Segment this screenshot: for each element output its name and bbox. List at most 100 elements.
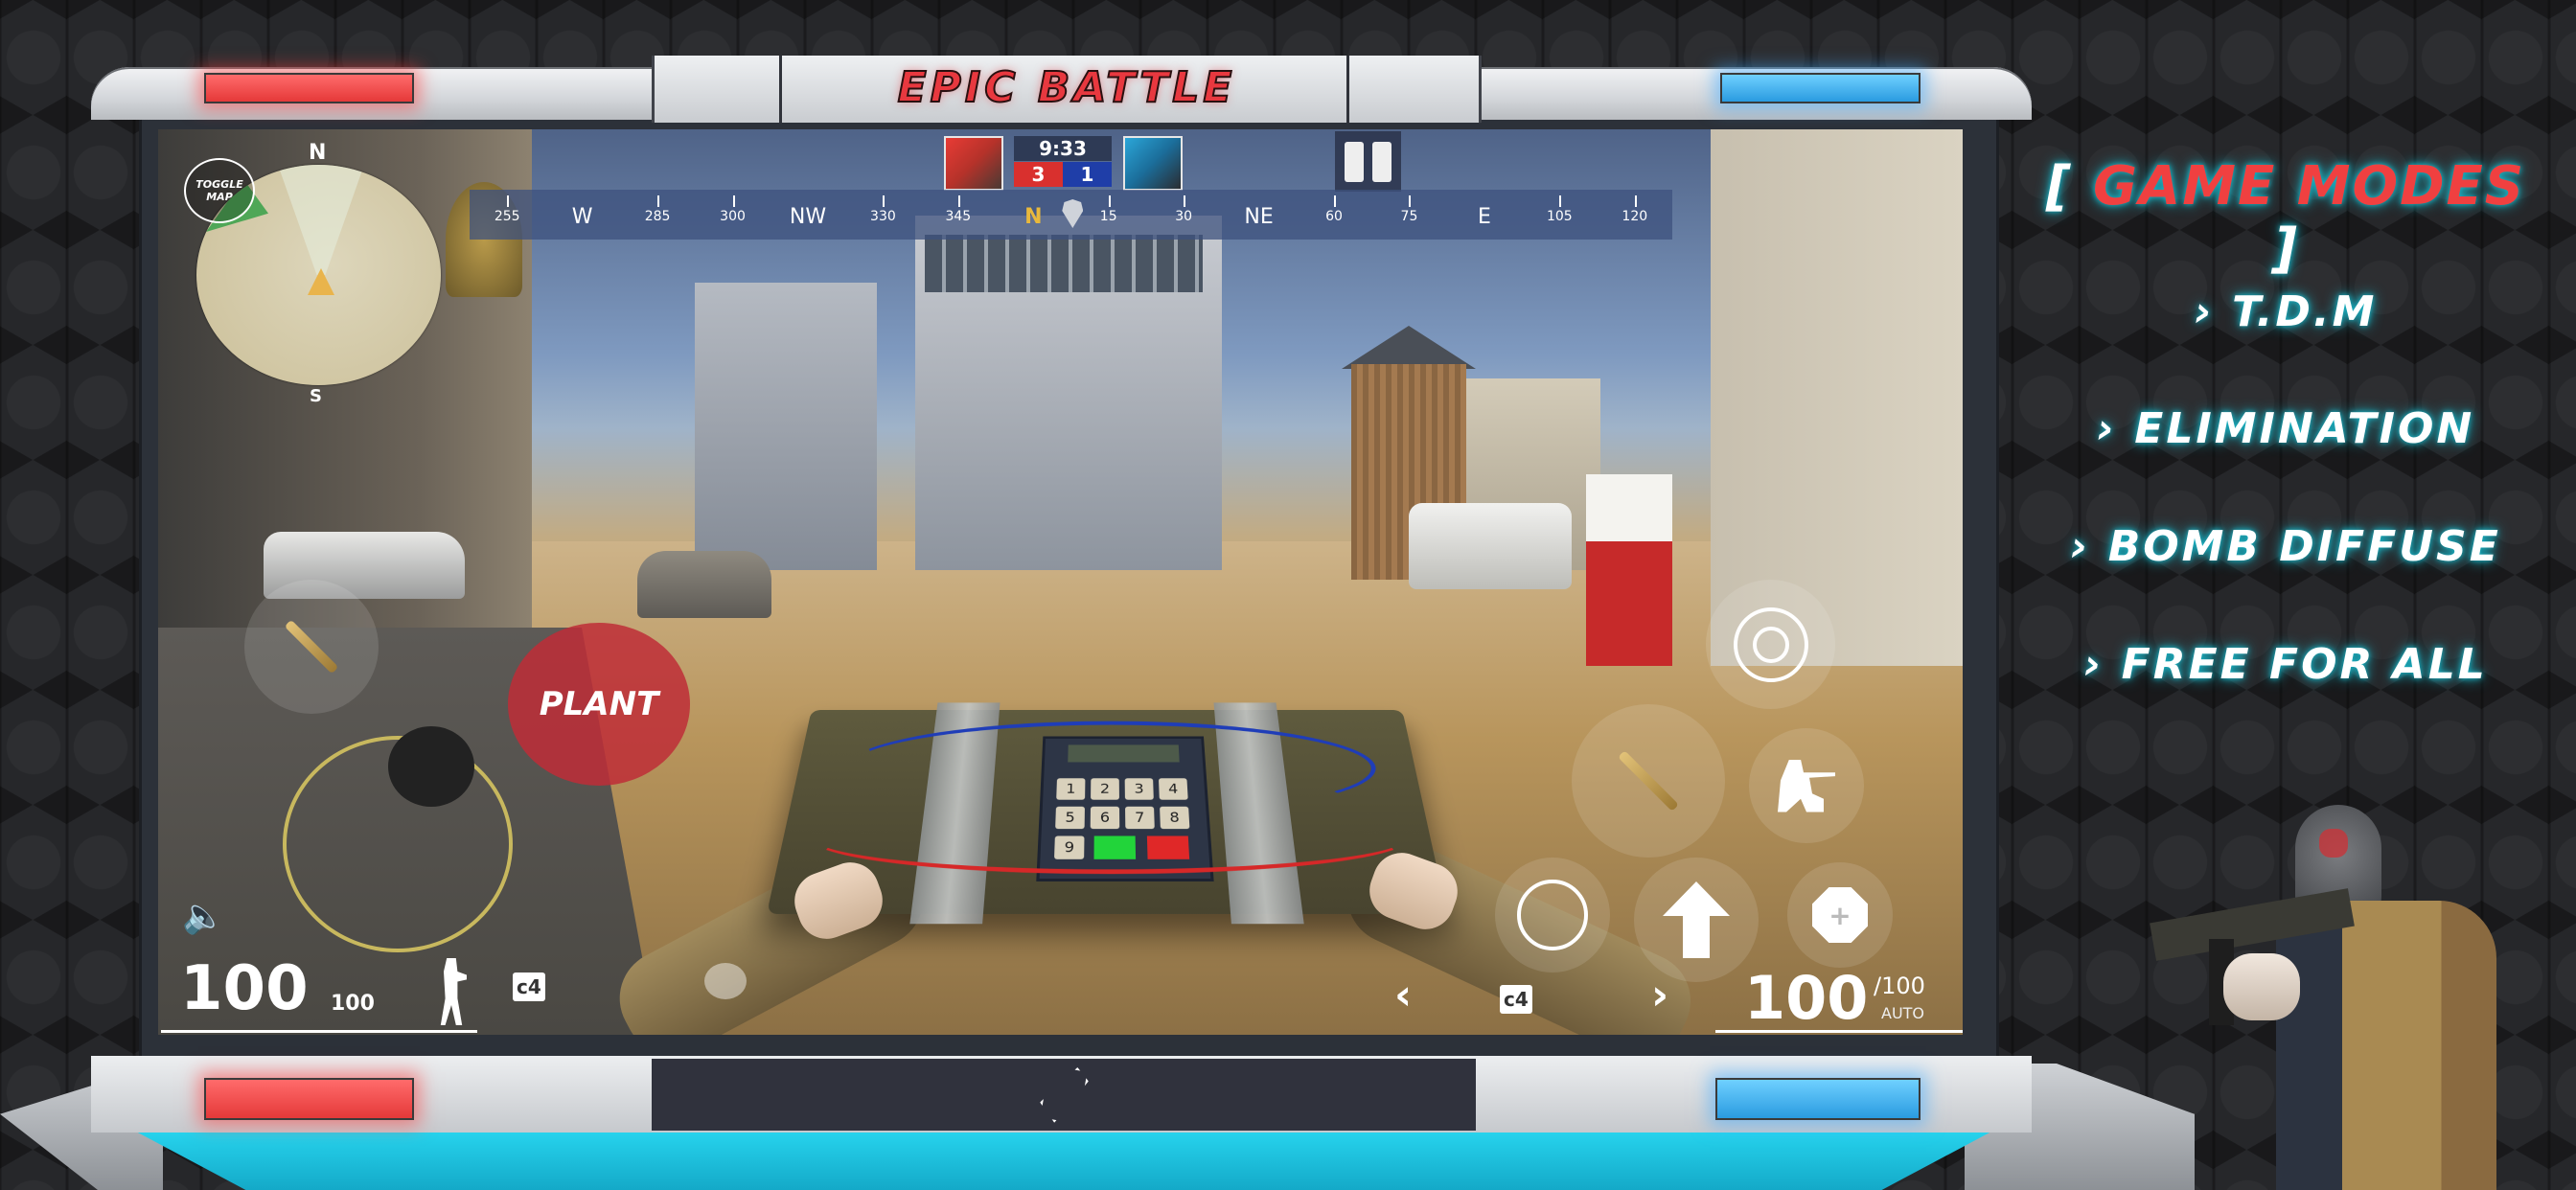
compass-tick (957, 195, 960, 207)
compass-tick (507, 195, 510, 207)
blue-team-score: 1 (1063, 162, 1112, 187)
mode-label: ELIMINATION (2134, 404, 2475, 453)
red-team-avatar (944, 136, 1003, 191)
game-modes-heading: GAME MODES (2092, 155, 2526, 217)
compass-label: 300 (720, 209, 746, 224)
compass-tick (732, 195, 735, 207)
compass-label: 255 (494, 209, 520, 224)
crosshair-icon (1733, 606, 1808, 682)
pause-icon (1372, 141, 1392, 182)
health-value: 100 (180, 953, 309, 1024)
game-viewport[interactable]: 1 2 3 4 5 6 7 8 9 N S TOGGLE MAP 9:33 3 … (158, 129, 1963, 1035)
compass-label: E (1477, 205, 1491, 229)
chevron-right-icon: › (2083, 640, 2122, 689)
game-mode-item[interactable]: › FREE FOR ALL (2041, 640, 2530, 689)
chat-icon[interactable] (704, 963, 747, 999)
prev-weapon-button[interactable]: ‹ (1394, 971, 1412, 1019)
scoreboard: 9:33 3 1 (1014, 136, 1112, 187)
compass-tick (1559, 195, 1562, 207)
compass-label: 285 (644, 209, 671, 224)
chevron-right-icon: › (2096, 404, 2135, 453)
toggle-map-button[interactable]: TOGGLE MAP (184, 158, 255, 223)
fire-button-right[interactable] (1572, 704, 1725, 858)
toggle-map-label: MAP (206, 191, 233, 203)
compass-label: NW (789, 205, 827, 229)
compass-label: NE (1244, 205, 1274, 229)
c4-icon[interactable]: c4 (513, 973, 545, 1001)
health-bar (161, 1030, 477, 1033)
compass-label: W (571, 205, 593, 229)
game-mode-item[interactable]: › ELIMINATION (2041, 404, 2530, 453)
blue-team-avatar (1123, 136, 1183, 191)
weapon-c4-icon[interactable]: c4 (1500, 985, 1532, 1014)
building-left (695, 283, 877, 570)
arrow-up-icon (1663, 881, 1730, 958)
compass-label: 30 (1175, 209, 1193, 224)
title-plate: EPIC BATTLE (652, 56, 1482, 123)
aim-button[interactable] (1706, 580, 1835, 709)
next-weapon-button[interactable]: › (1651, 971, 1668, 1019)
crouch-button[interactable] (1749, 728, 1864, 843)
compass-heading: N (1024, 205, 1043, 229)
joystick-knob[interactable] (388, 726, 474, 807)
fire-button-left[interactable] (244, 580, 379, 714)
view-cone (278, 165, 364, 275)
bullet-icon (1618, 750, 1679, 812)
compass-label: 120 (1622, 209, 1648, 224)
sandbags (637, 551, 771, 618)
car-right (1409, 503, 1572, 589)
reload-button[interactable] (1495, 858, 1610, 973)
bracket-close: ] (2272, 217, 2299, 280)
red-team-light-bottom (204, 1078, 414, 1120)
blue-wire (836, 721, 1386, 816)
medkit-icon: + (1812, 887, 1868, 943)
ammo-bar (1715, 1030, 1963, 1033)
plant-button[interactable]: PLANT (508, 623, 690, 786)
compass-tick (883, 195, 886, 207)
red-team-light-top (204, 73, 414, 103)
chevron-right-icon: › (2070, 522, 2108, 571)
speaker-icon[interactable]: 🔈 (182, 896, 225, 936)
logo-plate (652, 1059, 1476, 1131)
mask-paint (2319, 829, 2348, 858)
minimap-north-label: N (309, 141, 327, 165)
game-modes-title: [ GAME MODES ] (2041, 155, 2530, 280)
minimap-south-label: S (310, 386, 322, 406)
bracket-open: [ (2045, 155, 2073, 217)
compass-tick (1184, 195, 1186, 207)
compass-label: 75 (1400, 209, 1418, 224)
red-wire (805, 805, 1414, 875)
frame-cyan-glow-base (134, 1131, 1993, 1190)
pause-button[interactable] (1335, 131, 1401, 192)
reload-icon (1517, 880, 1588, 950)
silo-roof (1342, 326, 1476, 369)
ammo-max: /100 (1874, 973, 1925, 999)
logo-icon (1037, 1062, 1091, 1127)
compass-tick (1634, 195, 1637, 207)
blue-team-light-bottom (1715, 1078, 1920, 1120)
bullet-icon (284, 619, 339, 675)
armor-value: 100 (331, 992, 375, 1016)
player-marker-icon (308, 268, 334, 295)
building-windows (925, 235, 1203, 292)
soldier-character (2132, 786, 2496, 1190)
compass-label: 60 (1325, 209, 1343, 224)
compass-label: 345 (945, 209, 972, 224)
medkit-button[interactable]: + (1787, 862, 1893, 968)
blue-team-light-top (1720, 73, 1920, 103)
character-hand (2223, 953, 2300, 1020)
location-pin-icon (1062, 199, 1084, 228)
chevron-right-icon: › (2194, 287, 2233, 336)
fire-mode: AUTO (1881, 1004, 1925, 1022)
jump-button[interactable] (1634, 858, 1759, 982)
fuel-pump (1586, 474, 1672, 666)
compass-strip: 255 W 285 300 NW 330 345 N 15 30 NE 60 75 E 105 120 (470, 190, 1672, 240)
game-mode-item[interactable]: › T.D.M (2041, 287, 2530, 336)
toggle-map-label: TOGGLE (196, 178, 243, 191)
mode-label: T.D.M (2232, 287, 2378, 336)
pause-icon (1345, 141, 1364, 182)
character-body (2276, 901, 2496, 1190)
compass-tick (1409, 195, 1412, 207)
compass-label: 330 (870, 209, 896, 224)
game-mode-item[interactable]: › BOMB DIFFUSE (2041, 522, 2530, 571)
